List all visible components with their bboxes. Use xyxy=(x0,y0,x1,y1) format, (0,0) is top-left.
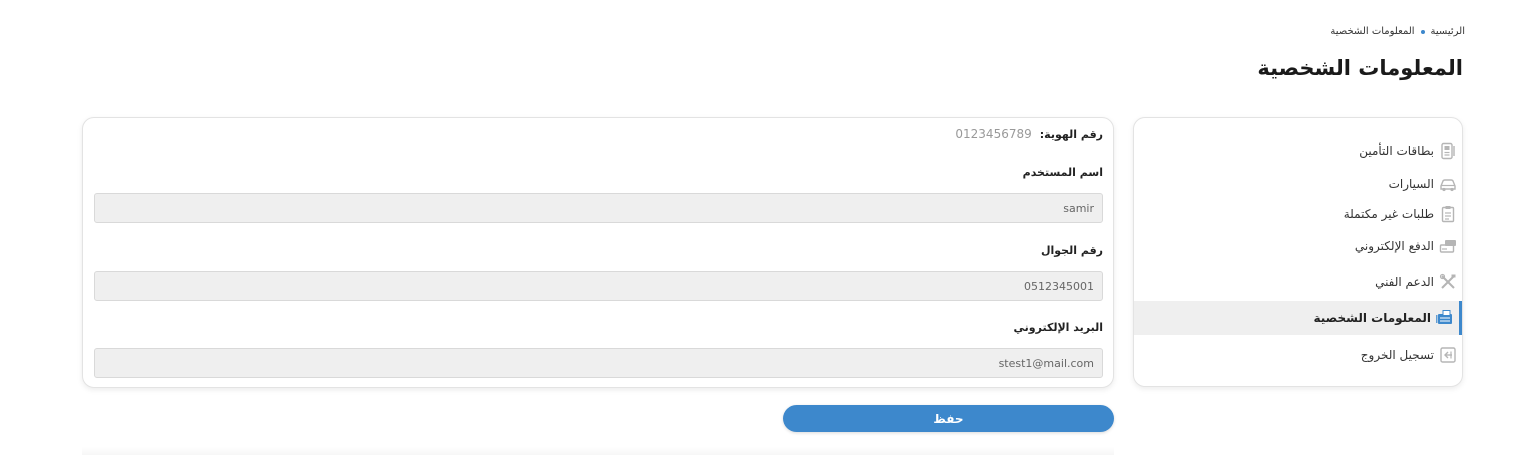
clipboard-icon xyxy=(1438,204,1458,224)
sidebar-item-label: طلبات غير مكتملة xyxy=(1343,207,1434,221)
breadcrumb: الرئيسية المعلومات الشخصية xyxy=(1330,26,1465,37)
id-number-value: 0123456789 xyxy=(955,127,1032,141)
breadcrumb-home[interactable]: الرئيسية xyxy=(1431,26,1465,37)
personal-info-form: رقم الهوية: 0123456789 اسم المستخدم رقم … xyxy=(82,117,1114,388)
phone-field[interactable] xyxy=(94,271,1103,301)
sidebar-item-label: الدفع الإلكتروني xyxy=(1354,239,1434,253)
save-button[interactable]: حفظ xyxy=(783,405,1114,432)
sidebar-item-label: الدعم الفني xyxy=(1375,275,1434,289)
page-title: المعلومات الشخصية xyxy=(1257,56,1463,80)
sidebar-item-label: بطاقات التأمين xyxy=(1359,144,1434,158)
id-number-label: رقم الهوية: xyxy=(1039,127,1103,141)
sidebar-item-tech-support[interactable]: الدعم الفني xyxy=(1134,267,1462,297)
sidebar-item-label: تسجيل الخروج xyxy=(1360,348,1434,362)
insurance-card-icon xyxy=(1438,141,1458,161)
footer-divider xyxy=(82,447,1114,455)
sidebar-item-label: السيارات xyxy=(1388,177,1434,191)
sidebar-item-e-payment[interactable]: الدفع الإلكتروني xyxy=(1134,231,1462,261)
logout-icon xyxy=(1438,345,1458,365)
breadcrumb-separator xyxy=(1420,29,1425,34)
sidebar-item-personal-info[interactable]: المعلومات الشخصية xyxy=(1134,301,1462,335)
phone-label: رقم الجوال xyxy=(1040,244,1103,257)
sidebar-item-incomplete-requests[interactable]: طلبات غير مكتملة xyxy=(1134,199,1462,229)
sidebar-item-insurance-cards[interactable]: بطاقات التأمين xyxy=(1134,136,1462,166)
sidebar-item-label: المعلومات الشخصية xyxy=(1313,311,1431,325)
email-label: البريد الإلكتروني xyxy=(1013,321,1103,334)
id-card-icon xyxy=(1435,308,1455,328)
email-field[interactable] xyxy=(94,348,1103,378)
breadcrumb-current: المعلومات الشخصية xyxy=(1330,26,1415,37)
payment-icon xyxy=(1438,236,1458,256)
car-icon xyxy=(1438,174,1458,194)
sidebar-item-cars[interactable]: السيارات xyxy=(1134,169,1462,199)
sidebar-item-logout[interactable]: تسجيل الخروج xyxy=(1134,340,1462,370)
username-field[interactable] xyxy=(94,193,1103,223)
tools-icon xyxy=(1438,272,1458,292)
sidebar-menu: بطاقات التأمين السيارات طلبات غير مكتملة… xyxy=(1133,117,1463,387)
id-number-row: رقم الهوية: 0123456789 xyxy=(955,127,1103,141)
username-label: اسم المستخدم xyxy=(1022,166,1103,179)
